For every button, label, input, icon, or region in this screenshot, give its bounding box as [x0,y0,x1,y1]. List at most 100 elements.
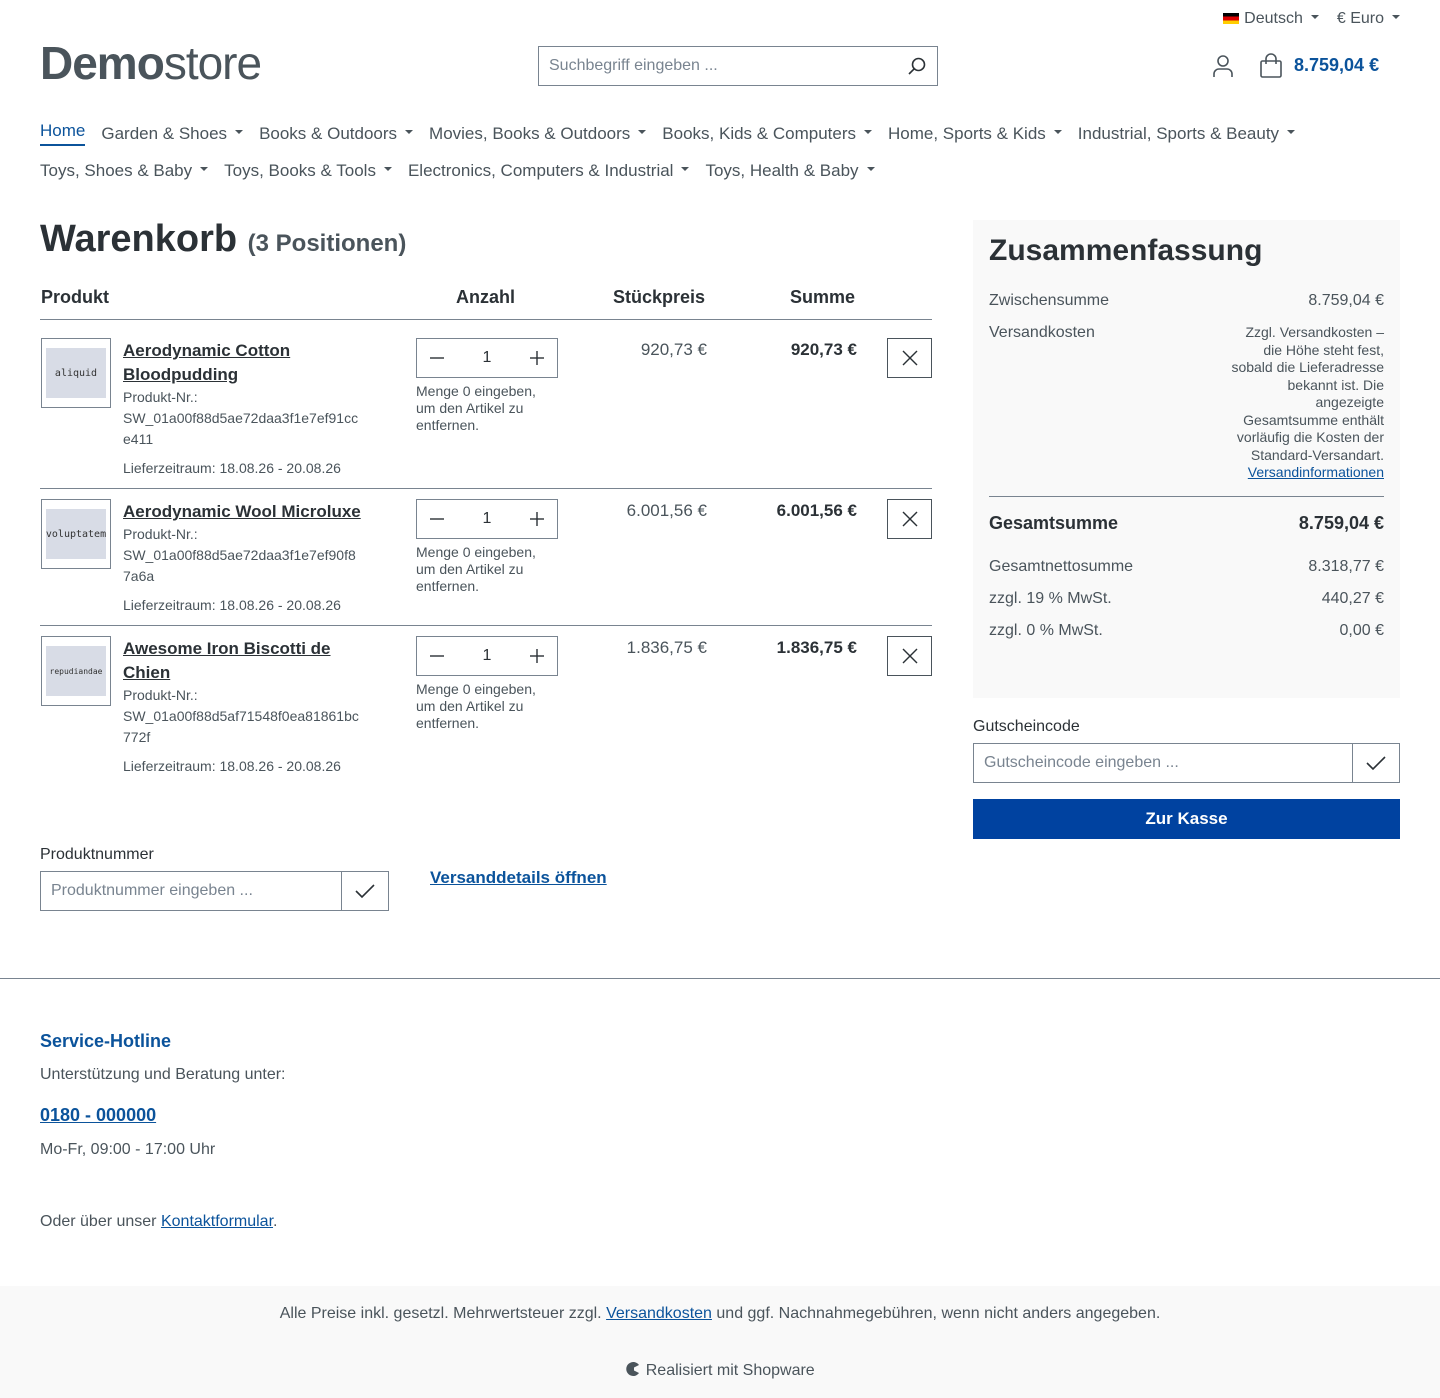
footer-divider [0,978,1440,979]
quantity-stepper[interactable]: 1 [416,636,558,676]
minus-icon[interactable] [429,511,445,527]
header-sum: Summe [790,287,856,307]
product-thumbnail[interactable]: voluptatem [41,499,111,569]
product-thumbnail[interactable]: repudiandae [41,636,111,706]
header-product: Produkt [41,287,110,307]
plus-icon[interactable] [529,648,545,664]
summary-title: Zusammenfassung [989,234,1263,267]
shopping-bag-icon[interactable] [1258,53,1284,79]
minus-icon[interactable] [429,648,445,664]
plus-icon[interactable] [529,511,545,527]
product-thumbnail[interactable]: aliquid [41,338,111,408]
divider [40,488,932,489]
shipping-info-link[interactable]: Versandinformationen [1248,464,1384,480]
nav-item-toys-health-baby[interactable]: Toys, Health & Baby [705,161,875,181]
quantity-value[interactable]: 1 [483,510,492,528]
contact-form-link[interactable]: Kontaktformular [161,1213,273,1230]
language-switcher[interactable]: Deutsch [1223,10,1319,28]
product-number-label: Produktnummer [40,846,154,863]
main-nav-row-1: Home Garden & Shoes Books & Outdoors Mov… [40,121,1296,146]
caret-down-icon [235,129,244,134]
nav-item-electronics-computers-industrial[interactable]: Electronics, Computers & Industrial [408,161,690,181]
voucher-submit-button[interactable] [1352,743,1400,783]
german-flag-icon [1223,13,1240,25]
nav-item-books-outdoors[interactable]: Books & Outdoors [259,121,414,146]
topbar: Deutsch € Euro [1223,10,1400,28]
unit-price: 920,73 € [640,340,707,359]
caret-down-icon [638,129,647,134]
quantity-hint: Menge 0 eingeben, um den Artikel zu entf… [416,544,536,594]
header-unit-price: Stückpreis [613,287,706,307]
net-total-row: Gesamtnettosumme 8.318,77 € [989,558,1384,575]
caret-down-icon [864,129,872,134]
delivery-time: Lieferzeitraum: 18.08.26 - 20.08.26 [123,758,341,774]
vat19-row: zzgl. 19 % MwSt. 440,27 € [989,590,1384,607]
quantity-value[interactable]: 1 [483,349,492,367]
delivery-time: Lieferzeitraum: 18.08.26 - 20.08.26 [123,460,341,476]
vat0-row: zzgl. 0 % MwSt. 0,00 € [989,622,1384,639]
nav-item-toys-shoes-baby[interactable]: Toys, Shoes & Baby [40,161,209,181]
footer-bottom: Alle Preise inkl. gesetzl. Mehrwertsteue… [0,1286,1440,1398]
checkout-button[interactable]: Zur Kasse [973,799,1400,839]
divider [40,319,932,320]
shipping-details-link[interactable]: Versanddetails öffnen [430,868,607,888]
nav-item-home[interactable]: Home [40,121,86,146]
product-name-link[interactable]: Aerodynamic Wool Microluxe [123,500,363,524]
main-nav-row-2: Toys, Shoes & Baby Toys, Books & Tools E… [40,161,875,181]
caret-down-icon [681,167,690,171]
plus-icon[interactable] [529,350,545,366]
shipping-note: Zzgl. Versandkosten – die Höhe steht fes… [1231,324,1384,463]
line-total: 920,73 € [790,340,857,359]
product-number: Produkt-Nr.: SW_01a00f88d5af71548f0ea8186… [123,687,359,745]
nav-item-books-kids-computers[interactable]: Books, Kids & Computers [662,121,872,146]
page-title: Warenkorb (3 Positionen) [40,218,407,260]
header-qty: Anzahl [456,287,516,307]
close-icon [902,511,917,527]
nav-item-home-sports-kids[interactable]: Home, Sports & Kids [888,121,1062,146]
currency-switcher[interactable]: € Euro [1337,10,1400,28]
quantity-hint: Menge 0 eingeben, um den Artikel zu entf… [416,383,536,433]
account-icon[interactable] [1211,54,1235,78]
quantity-value[interactable]: 1 [483,647,492,665]
caret-down-icon [866,167,875,171]
logo[interactable]: Demostore [40,38,262,88]
total-row: Gesamtsumme 8.759,04 € [989,513,1384,533]
remove-item-button[interactable] [887,338,932,378]
nav-item-garden-shoes[interactable]: Garden & Shoes [101,121,244,146]
powered-by[interactable]: Realisiert mit Shopware [0,1361,1440,1380]
voucher-label: Gutscheincode [973,718,1080,735]
quantity-stepper[interactable]: 1 [416,338,558,378]
remove-item-button[interactable] [887,636,932,676]
header-cart-total[interactable]: 8.759,04 € [1294,55,1379,76]
divider [40,625,932,626]
cart-item-count: (3 Positionen) [247,230,407,257]
voucher-input[interactable]: Gutscheincode eingeben ... [973,743,1353,783]
product-number: Produkt-Nr.: SW_01a00f88d5ae72daa3f1e7ef9… [123,526,356,584]
remove-item-button[interactable] [887,499,932,539]
caret-down-icon [1053,129,1062,134]
subtotal-row: Zwischensumme 8.759,04 € [989,292,1384,309]
product-name-link[interactable]: Aerodynamic Cotton Bloodpudding [123,339,363,387]
line-total: 6.001,56 € [776,501,857,520]
search-icon[interactable] [907,56,927,76]
hotline-title: Service-Hotline [40,1031,172,1051]
search-input[interactable]: Suchbegriff eingeben ... [538,46,938,86]
product-name-link[interactable]: Awesome Iron Biscotti de Chien [123,637,363,685]
quantity-hint: Menge 0 eingeben, um den Artikel zu entf… [416,681,536,731]
hotline-hours: Mo-Fr, 09:00 - 17:00 Uhr [40,1141,216,1158]
shipping-row: Versandkosten Zzgl. Versandkosten – die … [989,324,1384,480]
nav-item-toys-books-tools[interactable]: Toys, Books & Tools [224,161,392,181]
minus-icon[interactable] [429,350,445,366]
nav-item-industrial-sports-beauty[interactable]: Industrial, Sports & Beauty [1078,121,1296,146]
product-number-submit-button[interactable] [341,871,389,911]
shopware-logo-icon [626,1362,640,1376]
shipping-costs-link[interactable]: Versandkosten [606,1305,712,1322]
nav-item-movies-books-outdoors[interactable]: Movies, Books & Outdoors [429,121,647,146]
checkmark-icon [355,884,375,899]
quantity-stepper[interactable]: 1 [416,499,558,539]
hotline-text: Unterstützung und Beratung unter: [40,1066,286,1083]
product-number-input[interactable]: Produktnummer eingeben ... [40,871,342,911]
vat-notice: Alle Preise inkl. gesetzl. Mehrwertsteue… [279,1305,1161,1322]
caret-down-icon [1287,129,1296,134]
hotline-phone-link[interactable]: 0180 - 000000 [40,1105,156,1126]
